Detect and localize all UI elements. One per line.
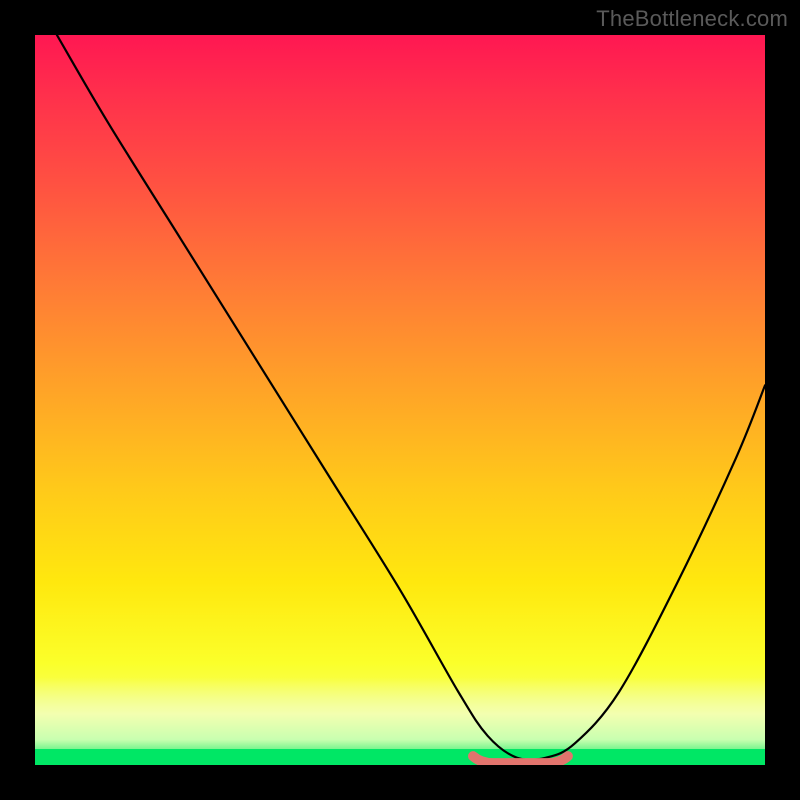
- plot-area: [35, 35, 765, 765]
- chart-frame: TheBottleneck.com: [0, 0, 800, 800]
- optimal-range-indicator: [473, 756, 568, 763]
- curve-layer: [35, 35, 765, 765]
- watermark-text: TheBottleneck.com: [596, 6, 788, 32]
- bottleneck-curve: [57, 35, 765, 760]
